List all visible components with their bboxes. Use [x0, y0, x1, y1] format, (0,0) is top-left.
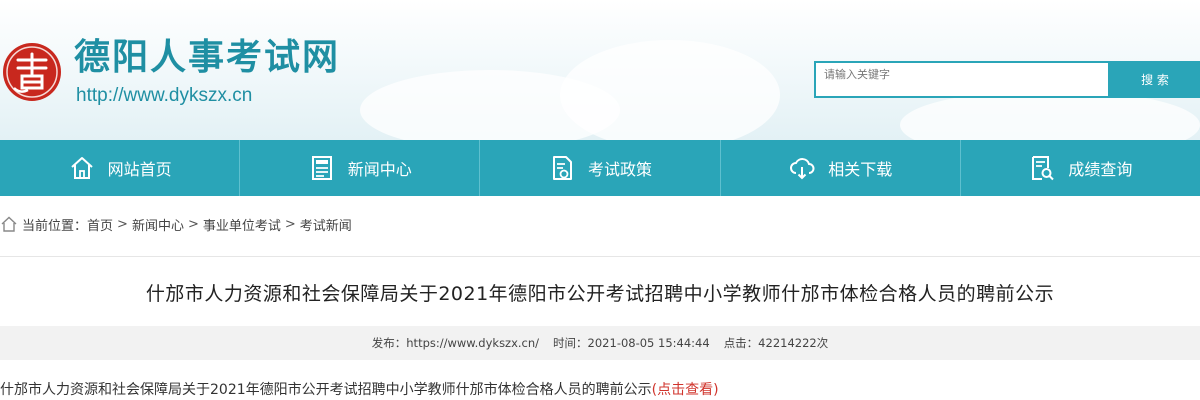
seal-logo-icon[interactable] [2, 42, 62, 102]
article-title: 什邡市人力资源和社会保障局关于2021年德阳市公开考试招聘中小学教师什邡市体检合… [145, 283, 1055, 305]
search-input[interactable]: 请输入关键字 [814, 61, 1110, 98]
nav-item-label: 新闻中心 [347, 160, 412, 179]
divider [0, 256, 1200, 257]
home-icon [0, 215, 18, 233]
nav-item-downloads[interactable]: 相关下载 [721, 140, 961, 196]
breadcrumb-home[interactable]: 首页 [87, 215, 113, 234]
article-meta: 发布：https://www.dykszx.cn/ 时间：2021-08-05 … [0, 326, 1200, 360]
nav-item-home[interactable]: 网站首页 [0, 140, 241, 196]
breadcrumb-separator: > [187, 216, 199, 232]
nav-item-label: 网站首页 [107, 160, 172, 179]
breadcrumb-separator: > [284, 216, 296, 232]
article-body-text: 什邡市人力资源和社会保障局关于2021年德阳市公开考试招聘中小学教师什邡市体检合… [0, 382, 652, 398]
nav-item-label: 成绩查询 [1068, 160, 1133, 179]
meta-clicks: 点击：42214222次 [723, 336, 829, 350]
nav-item-label: 相关下载 [828, 160, 893, 179]
site-name[interactable]: 德阳人事考试网 [74, 36, 340, 78]
news-icon [308, 154, 336, 182]
search-button[interactable]: 搜 索 [1110, 61, 1200, 98]
breadcrumb-exam-news[interactable]: 考试新闻 [300, 215, 352, 234]
meta-time: 时间：2021-08-05 15:44:44 [553, 336, 710, 350]
nav-item-policy[interactable]: 考试政策 [480, 140, 721, 196]
breadcrumb-news[interactable]: 新闻中心 [132, 215, 184, 234]
breadcrumb: 当前位置： 首页 > 新闻中心 > 事业单位考试 > 考试新闻 [0, 208, 352, 240]
home-icon [68, 154, 96, 182]
nav-item-scores[interactable]: 成绩查询 [961, 140, 1200, 196]
site-url[interactable]: http://www.dykszx.cn [76, 84, 252, 108]
article-body: 什邡市人力资源和社会保障局关于2021年德阳市公开考试招聘中小学教师什邡市体检合… [0, 379, 719, 400]
policy-document-icon [548, 154, 576, 182]
breadcrumb-public-exam[interactable]: 事业单位考试 [203, 215, 281, 234]
breadcrumb-separator: > [117, 216, 128, 232]
search-document-icon [1028, 154, 1056, 182]
main-nav: 网站首页 新闻中心 考试政策 相关下载 成绩查询 [0, 140, 1200, 196]
nav-item-news[interactable]: 新闻中心 [240, 140, 481, 196]
nav-item-label: 考试政策 [588, 160, 653, 179]
breadcrumb-prefix: 当前位置： [22, 218, 88, 234]
site-header: 德阳人事考试网 http://www.dykszx.cn 请输入关键字 搜 索 [0, 0, 1200, 140]
view-attachment-link[interactable]: (点击查看) [652, 382, 719, 398]
meta-source: 发布：https://www.dykszx.cn/ [371, 336, 540, 350]
background-cloud [560, 40, 780, 140]
cloud-download-icon [788, 154, 816, 182]
